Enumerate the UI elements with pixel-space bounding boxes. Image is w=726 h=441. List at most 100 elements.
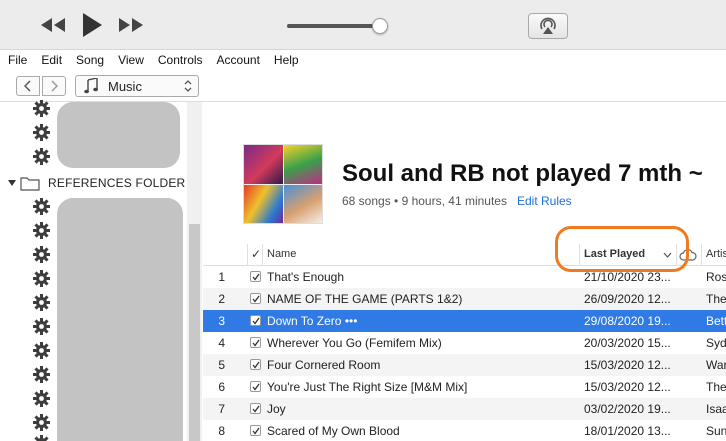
playlist-title: Soul and RB not played 7 mth ~ (342, 160, 703, 187)
checkmark-icon (251, 361, 260, 369)
table-row[interactable]: 5 Four Cornered Room 15/03/2020 12... Wa… (203, 354, 726, 376)
track-name: Down To Zero ••• (267, 314, 358, 328)
table-row[interactable]: 8 Scared of My Own Blood 18/01/2020 13..… (203, 420, 726, 441)
track-last-played: 20/03/2020 15... (584, 336, 671, 350)
track-name: That's Enough (267, 270, 345, 284)
playlist-artwork (243, 144, 323, 224)
track-number: 3 (218, 314, 225, 328)
track-number: 2 (218, 292, 225, 306)
volume-slider-handle[interactable] (372, 18, 388, 34)
track-name: Joy (267, 402, 286, 416)
smart-playlist-gear-icon[interactable] (33, 148, 50, 165)
column-header-last-played[interactable]: Last Played (584, 248, 645, 260)
smart-playlist-gear-icon[interactable] (33, 414, 50, 431)
track-name: Four Cornered Room (267, 358, 381, 372)
table-row[interactable]: 7 Joy 03/02/2020 19... Isaa (203, 398, 726, 420)
table-row[interactable]: 2 NAME OF THE GAME (PARTS 1&2) 26/09/202… (203, 288, 726, 310)
table-row[interactable]: 4 Wherever You Go (Femifem Mix) 20/03/20… (203, 332, 726, 354)
track-last-played: 18/01/2020 13... (584, 424, 671, 438)
next-track-button[interactable] (116, 14, 146, 36)
sidebar-folder-references[interactable]: REFERENCES FOLDER (8, 174, 185, 192)
track-last-played: 03/02/2020 19... (584, 402, 671, 416)
smart-playlist-gear-icon[interactable] (33, 435, 50, 441)
column-header-artist[interactable]: Artis (706, 248, 726, 260)
smart-playlist-gear-icon[interactable] (33, 366, 50, 383)
track-checkbox[interactable] (250, 315, 261, 326)
album-art-tile (244, 184, 283, 223)
album-art-tile (283, 145, 322, 184)
smart-playlist-gear-icon[interactable] (33, 390, 50, 407)
track-checkbox[interactable] (250, 425, 261, 436)
forward-button[interactable] (42, 76, 66, 96)
track-number: 7 (218, 402, 225, 416)
menu-help[interactable]: Help (274, 53, 299, 67)
airplay-button[interactable] (528, 13, 568, 39)
checkmark-icon (251, 317, 260, 325)
table-row[interactable]: 1 That's Enough 21/10/2020 23... Ros (203, 266, 726, 288)
track-checkbox[interactable] (250, 271, 261, 282)
smart-playlist-gear-icon[interactable] (33, 270, 50, 287)
menu-edit[interactable]: Edit (41, 53, 62, 67)
track-name: NAME OF THE GAME (PARTS 1&2) (267, 292, 463, 306)
track-artist: Bett (706, 314, 726, 328)
track-last-played: 15/03/2020 12... (584, 380, 671, 394)
track-checkbox[interactable] (250, 403, 261, 414)
track-name: Wherever You Go (Femifem Mix) (267, 336, 442, 350)
sidebar: REFERENCES FOLDER (0, 100, 202, 441)
smart-playlist-gear-icon[interactable] (33, 100, 50, 117)
sidebar-scrollbar-thumb[interactable] (189, 224, 200, 441)
track-number: 5 (218, 358, 225, 372)
previous-track-button[interactable] (38, 14, 68, 36)
table-row-selected[interactable]: 3 Down To Zero ••• 29/08/2020 19... Bett (203, 310, 726, 332)
transport-bar (0, 0, 726, 50)
track-checkbox[interactable] (250, 359, 261, 370)
track-artist: Isaa (706, 402, 726, 416)
checkmark-icon (251, 405, 260, 413)
track-checkbox[interactable] (250, 381, 261, 392)
track-number: 4 (218, 336, 225, 350)
media-kind-selector[interactable]: Music (75, 75, 199, 97)
track-checkbox[interactable] (250, 337, 261, 348)
table-header: ✓ Name Last Played Artis (203, 244, 726, 266)
track-number: 8 (218, 424, 225, 438)
smart-playlist-gear-icon[interactable] (33, 318, 50, 335)
track-last-played: 29/08/2020 19... (584, 314, 671, 328)
play-icon (83, 13, 102, 37)
track-artist: Sun (706, 424, 726, 438)
smart-playlist-gear-icon[interactable] (33, 342, 50, 359)
media-kind-label: Music (108, 78, 142, 94)
track-artist: War (706, 358, 726, 372)
play-button[interactable] (78, 11, 106, 39)
back-button[interactable] (16, 76, 40, 96)
track-checkbox[interactable] (250, 293, 261, 304)
table-row[interactable]: 6 You're Just The Right Size [M&M Mix] 1… (203, 376, 726, 398)
sort-chevron-down-icon (663, 252, 672, 258)
menu-view[interactable]: View (118, 53, 144, 67)
playlist-summary: 68 songs • 9 hours, 41 minutes Edit Rules (342, 194, 572, 208)
checkmark-icon (251, 273, 260, 281)
cloud-icon[interactable] (679, 249, 697, 261)
track-name: Scared of My Own Blood (267, 424, 400, 438)
checkmark-icon (251, 339, 260, 347)
fast-forward-icon (119, 18, 143, 32)
menu-account[interactable]: Account (217, 53, 260, 67)
chevron-right-icon (51, 80, 58, 92)
track-last-played: 21/10/2020 23... (584, 270, 671, 284)
track-name: You're Just The Right Size [M&M Mix] (267, 380, 468, 394)
smart-playlist-gear-icon[interactable] (33, 222, 50, 239)
checkmark-icon (251, 427, 260, 435)
disclosure-triangle-icon[interactable] (8, 179, 16, 187)
edit-rules-link[interactable]: Edit Rules (517, 194, 572, 208)
column-header-name[interactable]: Name (267, 248, 296, 260)
menu-song[interactable]: Song (76, 53, 104, 67)
smart-playlist-gear-icon[interactable] (33, 124, 50, 141)
smart-playlist-gear-icon[interactable] (33, 294, 50, 311)
folder-icon (20, 176, 40, 191)
smart-playlist-gear-icon[interactable] (33, 246, 50, 263)
menu-file[interactable]: File (8, 53, 27, 67)
column-header-check[interactable]: ✓ (251, 247, 261, 261)
menu-controls[interactable]: Controls (158, 53, 203, 67)
sidebar-folder-label: REFERENCES FOLDER (48, 176, 186, 190)
smart-playlist-gear-icon[interactable] (33, 198, 50, 215)
track-artist: The (706, 380, 726, 394)
